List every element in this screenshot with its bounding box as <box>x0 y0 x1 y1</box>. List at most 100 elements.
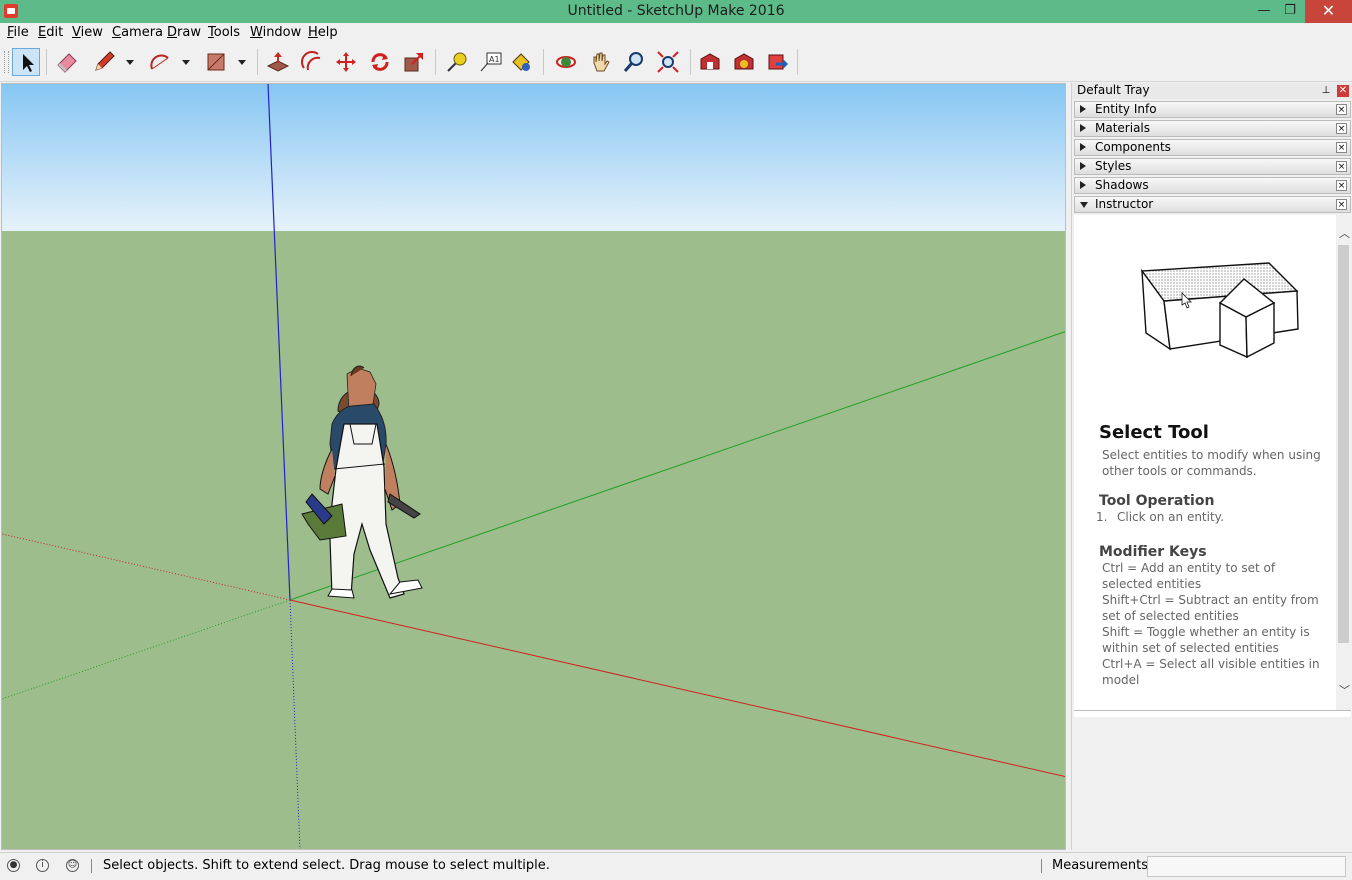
text-tool[interactable]: A1 <box>477 48 505 76</box>
menu-camera[interactable]: Camera <box>112 25 163 40</box>
instructor-house-illustration <box>1140 262 1299 359</box>
line-tool-dropdown[interactable] <box>125 48 135 76</box>
menu-window[interactable]: Window <box>250 25 301 40</box>
instructor-scrollbar[interactable]: ︿ ﹀ <box>1336 215 1351 710</box>
menu-bar: File Edit View Camera Draw Tools Window … <box>0 23 1352 43</box>
panel-label: Styles <box>1095 159 1132 173</box>
scroll-down-icon[interactable]: ﹀ <box>1339 685 1350 696</box>
offset-tool[interactable] <box>298 48 326 76</box>
paint-bucket-tool[interactable] <box>507 48 535 76</box>
ground <box>2 231 1065 849</box>
step-number: 1. <box>1096 510 1108 524</box>
toolbar-grip[interactable] <box>4 51 9 73</box>
arc-tool[interactable] <box>146 48 174 76</box>
menu-draw[interactable]: Draw <box>167 25 201 40</box>
measurements-label: Measurements <box>1052 858 1149 873</box>
panel-label: Materials <box>1095 121 1151 135</box>
instructor-tool-title: Select Tool <box>1099 422 1209 443</box>
menu-file-label: ile <box>13 25 29 40</box>
zoom-extents-tool[interactable] <box>654 48 682 76</box>
expand-arrow-icon <box>1080 124 1086 132</box>
info-icon[interactable]: i <box>36 859 49 872</box>
modifier-item: Shift = Toggle whether an entity is with… <box>1102 625 1310 655</box>
select-tool[interactable] <box>12 48 40 76</box>
menu-edit[interactable]: Edit <box>38 25 63 40</box>
arc-icon <box>150 54 169 70</box>
panel-close-icon[interactable]: × <box>1336 142 1347 153</box>
toolbar: A1 <box>0 43 1352 82</box>
modifier-keys-heading: Modifier Keys <box>1099 544 1207 560</box>
menu-tools[interactable]: Tools <box>208 25 240 40</box>
eraser-icon <box>57 53 77 73</box>
panel-label: Instructor <box>1095 197 1154 211</box>
panel-close-icon[interactable]: × <box>1336 199 1347 210</box>
menu-file[interactable]: File <box>7 25 29 40</box>
rectangle-tool[interactable] <box>202 48 230 76</box>
instructor-bottom-border <box>1074 710 1351 717</box>
orbit-tool[interactable] <box>552 48 580 76</box>
expand-arrow-icon <box>1080 105 1086 113</box>
push-pull-icon <box>266 52 290 72</box>
tray-close-icon[interactable]: ✕ <box>1337 85 1349 97</box>
panel-instructor[interactable]: Instructor × <box>1074 196 1351 213</box>
instructor-content: Select Tool Select entities to modify wh… <box>1074 215 1351 710</box>
user-icon[interactable]: ☺ <box>66 859 79 872</box>
scale-tool[interactable] <box>400 48 428 76</box>
modeling-viewport[interactable] <box>1 83 1066 850</box>
scrollbar-thumb[interactable] <box>1338 245 1349 643</box>
pin-icon[interactable]: ⊥ <box>1321 85 1331 97</box>
expand-arrow-icon <box>1080 162 1086 170</box>
toolbar-separator <box>257 49 258 75</box>
magnifier-icon <box>623 52 643 72</box>
orbit-icon <box>556 56 576 68</box>
3d-warehouse-tool[interactable] <box>696 48 724 76</box>
tape-measure-icon <box>447 52 467 72</box>
panel-close-icon[interactable]: × <box>1336 161 1347 172</box>
tape-measure-tool[interactable] <box>443 48 471 76</box>
geo-location-icon[interactable]: ● <box>7 859 20 872</box>
toolbar-separator <box>46 49 47 75</box>
panel-entity-info[interactable]: Entity Info × <box>1074 101 1351 118</box>
panel-components[interactable]: Components × <box>1074 139 1351 156</box>
line-tool[interactable] <box>90 48 118 76</box>
share-model-tool[interactable] <box>764 48 792 76</box>
scale-icon <box>404 53 423 72</box>
move-icon <box>336 52 356 72</box>
pencil-icon <box>95 51 115 71</box>
panel-shadows[interactable]: Shadows × <box>1074 177 1351 194</box>
panel-styles[interactable]: Styles × <box>1074 158 1351 175</box>
modifier-item: Ctrl = Add an entity to set of selected … <box>1102 561 1276 591</box>
restore-button[interactable]: ❐ <box>1273 0 1307 23</box>
push-pull-tool[interactable] <box>264 48 292 76</box>
window-title: Untitled - SketchUp Make 2016 <box>567 3 785 19</box>
panel-materials[interactable]: Materials × <box>1074 120 1351 137</box>
pan-tool[interactable] <box>586 48 614 76</box>
collapse-arrow-icon <box>1080 202 1088 208</box>
sky <box>2 84 1065 231</box>
status-separator <box>91 859 92 873</box>
eraser-tool[interactable] <box>53 48 81 76</box>
arc-tool-dropdown[interactable] <box>181 48 191 76</box>
viewport-canvas[interactable] <box>2 84 1066 850</box>
menu-help[interactable]: Help <box>308 25 338 40</box>
menu-view[interactable]: View <box>72 25 103 40</box>
close-button[interactable]: ✕ <box>1305 0 1352 23</box>
step-text: Click on an entity. <box>1117 510 1224 524</box>
tray-header: Default Tray ⊥ ✕ <box>1072 83 1352 99</box>
panel-close-icon[interactable]: × <box>1336 104 1347 115</box>
zoom-tool[interactable] <box>620 48 648 76</box>
scroll-up-icon[interactable]: ︿ <box>1339 228 1350 239</box>
extension-warehouse-tool[interactable] <box>730 48 758 76</box>
panel-close-icon[interactable]: × <box>1336 180 1347 191</box>
title-bar: Untitled - SketchUp Make 2016 — ❐ ✕ <box>0 0 1352 23</box>
instructor-description: Select entities to modify when using oth… <box>1102 448 1321 478</box>
modifier-item: Ctrl+A = Select all visible entities in … <box>1102 657 1320 687</box>
warehouse-icon <box>700 53 720 70</box>
rectangle-tool-dropdown[interactable] <box>237 48 247 76</box>
measurements-input[interactable] <box>1147 856 1346 877</box>
rotate-tool[interactable] <box>366 48 394 76</box>
expand-arrow-icon <box>1080 181 1086 189</box>
panel-close-icon[interactable]: × <box>1336 123 1347 134</box>
svg-text:A1: A1 <box>489 55 500 64</box>
move-tool[interactable] <box>332 48 360 76</box>
